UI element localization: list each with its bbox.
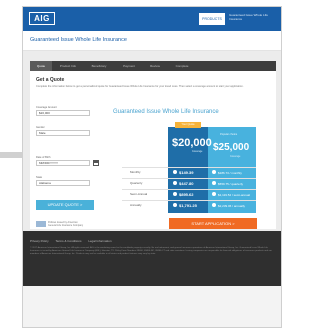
tab-complete[interactable]: Complete: [168, 61, 196, 71]
price-annually-alt: $2,239.06 / annually: [218, 203, 246, 208]
page-shadow: [0, 152, 22, 158]
footer: Privacy Policy Terms & Conditions Legal …: [23, 231, 281, 286]
update-quote-button[interactable]: UPDATE QUOTE >: [36, 200, 94, 210]
price-annually: $1,791.25: [179, 203, 197, 208]
step-tabs: Quote Product Info Beneficiary Payment R…: [30, 61, 276, 71]
issuer-note: Policies issued by American General Life…: [48, 221, 84, 227]
radio-annually-alt[interactable]: [212, 203, 216, 207]
selected-coverage-amount: $20,000: [172, 137, 212, 149]
products-tab[interactable]: PRODUCTS: [199, 13, 225, 25]
radio-semi-annual-alt[interactable]: [212, 192, 216, 196]
radio-monthly[interactable]: [173, 170, 177, 174]
alternate-coverage-amount: $25,000: [213, 142, 250, 153]
gender-select[interactable]: Male: [36, 130, 90, 136]
main-content: Quote Product Info Beneficiary Payment R…: [23, 51, 281, 231]
radio-monthly-alt[interactable]: [212, 170, 216, 174]
dob-label: Date of Birth: [36, 156, 51, 159]
radio-quarterly-alt[interactable]: [212, 181, 216, 185]
tab-payment[interactable]: Payment: [116, 61, 142, 71]
radio-quarterly[interactable]: [173, 181, 177, 185]
selected-coverage-sub: Coverage: [192, 150, 203, 153]
start-application-button[interactable]: START APPLICATION >: [169, 218, 257, 229]
radio-annually[interactable]: [173, 203, 177, 207]
quote-heading: Get a Quote: [36, 77, 65, 83]
page-title: Guaranteed Issue Whole Life Insurance: [30, 37, 127, 43]
coverage-select[interactable]: $20,000: [36, 110, 90, 116]
row-divider: [122, 167, 256, 168]
calendar-icon[interactable]: [93, 160, 99, 166]
price-semi-annual-alt: $1,119.52 / semi-annual: [218, 192, 250, 197]
alternate-coverage-sub: Coverage: [230, 155, 241, 158]
row-divider: [122, 200, 256, 201]
price-quarterly-alt: $559.75 / quarterly: [218, 181, 244, 186]
seal-icon: [36, 221, 46, 227]
footer-link-privacy[interactable]: Privacy Policy: [30, 239, 49, 243]
footer-link-terms[interactable]: Terms & Conditions: [55, 239, 81, 243]
product-title: Guaranteed Issue Whole Life Insurance: [113, 109, 219, 115]
price-monthly: $149.39: [179, 170, 194, 175]
row-label-semi-annual: Semi-Annual: [130, 192, 148, 196]
page-bottom: [23, 286, 281, 327]
row-divider: [122, 178, 256, 179]
your-quote-tag: Your Quote: [175, 122, 201, 128]
gender-label: Gender: [36, 126, 45, 129]
state-select[interactable]: Alabama: [36, 180, 90, 186]
browser-page: AIG PRODUCTS Guaranteed Issue Whole Life…: [22, 6, 282, 328]
aig-logo[interactable]: AIG: [29, 12, 55, 25]
footer-links: Privacy Policy Terms & Conditions Legal …: [30, 239, 118, 243]
footer-link-legal[interactable]: Legal Information: [88, 239, 111, 243]
row-label-annually: Annually: [130, 203, 142, 207]
tab-product-info[interactable]: Product Info: [54, 61, 82, 71]
top-header: AIG PRODUCTS Guaranteed Issue Whole Life…: [23, 7, 281, 31]
state-label: State: [36, 176, 43, 179]
tab-review[interactable]: Review: [144, 61, 166, 71]
coverage-label: Coverage Amount: [36, 106, 57, 109]
quote-description: Complete the information below to get a …: [36, 85, 244, 88]
dob-input[interactable]: MM/DD/YYYY: [36, 160, 90, 166]
quote-panel: Get a Quote Complete the information bel…: [30, 71, 276, 229]
popular-choice-label: Popular choice: [220, 133, 238, 136]
footer-legal-text: © 2017 American International Group, Inc…: [30, 247, 272, 255]
price-quarterly: $447.80: [179, 181, 194, 186]
tab-beneficiary[interactable]: Beneficiary: [84, 61, 114, 71]
radio-semi-annual[interactable]: [173, 192, 177, 196]
price-monthly-alt: $186.73 / monthly: [218, 170, 242, 175]
row-label-quarterly: Quarterly: [130, 181, 143, 185]
title-bar: Guaranteed Issue Whole Life Insurance: [23, 31, 281, 51]
header-product-name[interactable]: Guaranteed Issue Whole Life Insurance: [229, 13, 277, 21]
price-semi-annual: $895.62: [179, 192, 194, 197]
tab-quote[interactable]: Quote: [30, 61, 52, 71]
row-divider: [122, 189, 256, 190]
row-label-monthly: Monthly: [130, 170, 141, 174]
